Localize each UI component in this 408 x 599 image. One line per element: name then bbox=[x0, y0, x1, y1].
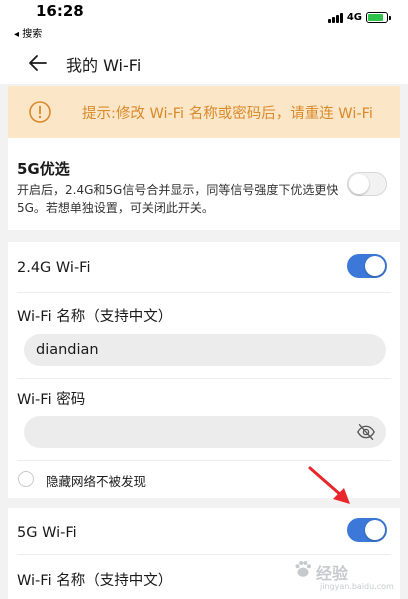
watermark-text: 经验 bbox=[316, 564, 349, 583]
band-24g-toggle[interactable] bbox=[347, 254, 387, 278]
status-bar: 16:28 ◂ 搜索 4G bbox=[0, 0, 408, 44]
watermark: 经验 jingyan.baidu.com bbox=[290, 552, 402, 594]
page-title: 我的 Wi-Fi bbox=[66, 56, 142, 75]
preferred-5g-toggle[interactable] bbox=[347, 172, 387, 196]
band-5g-name-label: Wi-Fi 名称（支持中文） bbox=[17, 573, 173, 589]
status-indicators: 4G bbox=[327, 12, 391, 23]
notice-banner: 提示:修改 Wi-Fi 名称或密码后，请重连 Wi-Fi bbox=[8, 86, 400, 138]
band-24g-title: 2.4G Wi-Fi bbox=[17, 260, 91, 276]
band-24g-name-label: Wi-Fi 名称（支持中文） bbox=[17, 309, 173, 325]
toggle-knob bbox=[365, 256, 385, 276]
nav-bar: 我的 Wi-Fi bbox=[0, 44, 408, 84]
toggle-knob bbox=[349, 174, 369, 194]
band-24g-password-input[interactable] bbox=[24, 416, 386, 448]
band-24g-card: 2.4G Wi-Fi Wi-Fi 名称（支持中文） diandian Wi-Fi… bbox=[8, 242, 400, 498]
preferred-5g-description: 开启后，2.4G和5G信号合并显示，同等信号强度下优选更快5G。若想单独设置，可… bbox=[17, 183, 339, 215]
band-5g-toggle[interactable] bbox=[347, 518, 387, 542]
band-24g-name-input[interactable]: diandian bbox=[24, 334, 386, 366]
band-5g-title: 5G Wi-Fi bbox=[17, 525, 77, 541]
toggle-knob bbox=[365, 520, 385, 540]
arrow-left-icon[interactable] bbox=[26, 51, 50, 75]
baidu-paw-icon bbox=[295, 561, 311, 577]
battery-level bbox=[368, 14, 384, 21]
hide-network-label: 隐藏网络不被发现 bbox=[46, 474, 147, 489]
divider bbox=[17, 460, 391, 461]
status-time: 16:28 bbox=[36, 2, 84, 20]
red-arrow-icon bbox=[308, 466, 350, 504]
warning-circle-icon bbox=[29, 101, 51, 123]
network-type: 4G bbox=[346, 12, 362, 23]
preferred-5g-card: 5G优选 开启后，2.4G和5G信号合并显示，同等信号强度下优选更快5G。若想单… bbox=[8, 138, 400, 230]
divider bbox=[17, 378, 391, 379]
eye-hidden-icon[interactable] bbox=[356, 423, 376, 441]
status-back-to-search[interactable]: ◂ 搜索 bbox=[14, 25, 42, 40]
watermark-sub: jingyan.baidu.com bbox=[320, 582, 394, 591]
signal-icon bbox=[327, 12, 343, 23]
hide-network-radio[interactable] bbox=[18, 471, 34, 487]
notice-text: 提示:修改 Wi-Fi 名称或密码后，请重连 Wi-Fi bbox=[82, 106, 373, 122]
preferred-5g-title: 5G优选 bbox=[17, 160, 70, 178]
divider bbox=[17, 292, 391, 293]
band-24g-password-label: Wi-Fi 密码 bbox=[17, 392, 86, 408]
battery-icon bbox=[366, 12, 391, 23]
